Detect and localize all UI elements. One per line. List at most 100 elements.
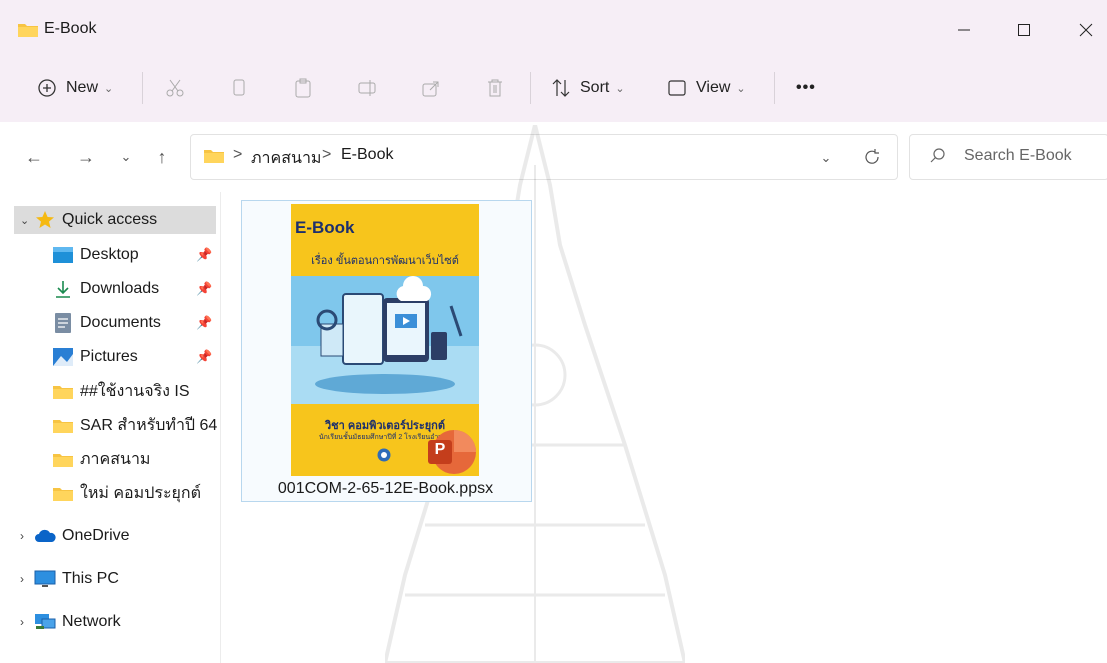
sidebar-item-label: SAR สำหรับทำปี 64	[80, 416, 218, 434]
sidebar-item-folder[interactable]: ใหม่ คอมประยุกต์	[52, 478, 201, 508]
sidebar-item-label: This PC	[62, 570, 119, 587]
sidebar-item-desktop[interactable]: Desktop	[52, 240, 139, 270]
sidebar-item-pictures[interactable]: Pictures	[52, 342, 138, 372]
folder-icon	[52, 449, 74, 469]
sidebar-item-folder[interactable]: ##ใช้งานจริง IS	[52, 376, 190, 406]
quick-access-item[interactable]: ⌄ Quick access	[20, 205, 157, 235]
toolbar-divider	[142, 72, 143, 104]
desktop-icon	[52, 245, 74, 265]
file-name[interactable]: 001COM-2-65-12E-Book.ppsx	[241, 480, 530, 498]
title-bar	[0, 0, 1107, 60]
forward-arrow-icon[interactable]: →	[74, 145, 98, 169]
refresh-icon[interactable]	[860, 145, 884, 169]
network-icon	[34, 612, 56, 632]
folder-icon	[204, 150, 224, 163]
paste-button[interactable]	[292, 72, 314, 104]
minimize-button[interactable]	[944, 14, 984, 46]
pin-icon[interactable]: 📌	[196, 247, 212, 263]
chevron-down-icon: ⌄	[736, 82, 746, 95]
window-title: E-Book	[44, 20, 97, 37]
new-button[interactable]: New ⌄	[36, 72, 113, 104]
sort-label: Sort	[580, 79, 610, 96]
close-icon	[1079, 23, 1093, 37]
star-icon	[34, 210, 56, 230]
sidebar-item-folder[interactable]: ภาคสนาม	[52, 444, 150, 474]
view-icon	[666, 77, 688, 99]
powerpoint-icon: P	[428, 428, 478, 476]
sort-arrows-icon	[550, 77, 572, 99]
pin-icon[interactable]: 📌	[196, 281, 212, 297]
quick-access-label: Quick access	[62, 211, 158, 228]
scissors-icon	[164, 77, 186, 99]
copy-button[interactable]	[228, 72, 250, 104]
pin-icon[interactable]: 📌	[196, 315, 212, 331]
sidebar-item-label: ภาคสนาม	[80, 450, 151, 468]
sidebar-item-onedrive[interactable]: › OneDrive	[20, 521, 130, 551]
more-options-button[interactable]: •••	[796, 72, 816, 104]
pin-icon[interactable]: 📌	[196, 349, 212, 365]
view-label: View	[696, 79, 731, 96]
paste-icon	[292, 77, 314, 99]
toolbar-divider	[530, 72, 531, 104]
search-input[interactable]: Search E-Book	[964, 147, 1072, 165]
cover-illustration	[291, 276, 479, 404]
recent-locations-chevron-icon[interactable]: ⌄	[114, 145, 138, 169]
sidebar-item-downloads[interactable]: Downloads	[52, 274, 159, 304]
sidebar-item-documents[interactable]: Documents	[52, 308, 161, 338]
sidebar-item-label: Desktop	[80, 246, 139, 263]
breadcrumb-separator: >	[322, 146, 332, 163]
sidebar-item-label: ใหม่ คอมประยุกต์	[80, 484, 202, 502]
maximize-icon	[1018, 24, 1030, 36]
document-icon	[52, 313, 74, 333]
breadcrumb-separator: >	[233, 146, 243, 163]
sidebar-item-folder[interactable]: SAR สำหรับทำปี 64	[52, 410, 217, 440]
folder-icon	[52, 415, 74, 435]
cut-button[interactable]	[164, 72, 186, 104]
chevron-right-icon: ›	[20, 615, 24, 629]
powerpoint-badge-label: P	[434, 441, 446, 458]
delete-button[interactable]	[484, 72, 506, 104]
chevron-right-icon: ›	[20, 572, 24, 586]
view-button[interactable]: View ⌄	[666, 72, 746, 104]
minimize-icon	[958, 29, 970, 31]
back-arrow-icon[interactable]: ←	[22, 145, 46, 169]
sidebar-item-label: OneDrive	[62, 527, 130, 544]
share-button[interactable]	[420, 72, 442, 104]
sidebar-item-label: Network	[62, 613, 121, 630]
rename-button[interactable]	[356, 72, 378, 104]
breadcrumb-item[interactable]: ภาคสนาม	[251, 146, 321, 171]
chevron-right-icon: ›	[20, 529, 24, 543]
school-logo-icon	[377, 448, 391, 462]
maximize-button[interactable]	[1004, 14, 1044, 46]
trash-icon	[484, 77, 506, 99]
close-button[interactable]	[1066, 14, 1106, 46]
monitor-icon	[34, 569, 56, 589]
sidebar-item-label: Downloads	[80, 280, 160, 297]
download-icon	[52, 279, 74, 299]
sidebar-item-network[interactable]: › Network	[20, 607, 121, 637]
chevron-down-icon: ⌄	[104, 82, 114, 95]
add-circle-icon	[36, 77, 58, 99]
rename-icon	[356, 77, 378, 99]
copy-icon	[228, 77, 250, 99]
sidebar-item-this-pc[interactable]: › This PC	[20, 564, 119, 594]
folder-icon	[18, 24, 38, 37]
sidebar-item-label: Pictures	[80, 348, 138, 365]
sidebar-item-label: Documents	[80, 314, 161, 331]
folder-icon	[52, 381, 74, 401]
pictures-icon	[52, 347, 74, 367]
sort-button[interactable]: Sort ⌄	[550, 72, 625, 104]
cloud-icon	[34, 526, 56, 546]
chevron-down-icon: ⌄	[20, 214, 30, 227]
address-history-chevron-icon[interactable]: ⌄	[814, 146, 838, 170]
toolbar-divider	[774, 72, 775, 104]
sidebar-item-label: ##ใช้งานจริง IS	[80, 382, 190, 400]
cover-subtitle: เรื่อง ขั้นตอนการพัฒนาเว็บไซต์	[311, 255, 459, 267]
search-icon	[930, 148, 945, 163]
share-icon	[420, 77, 442, 99]
up-arrow-icon[interactable]: ↑	[150, 145, 174, 169]
cover-title: E-Book	[295, 218, 355, 237]
chevron-down-icon: ⌄	[615, 82, 625, 95]
new-label: New	[66, 79, 99, 96]
folder-icon	[52, 483, 74, 503]
